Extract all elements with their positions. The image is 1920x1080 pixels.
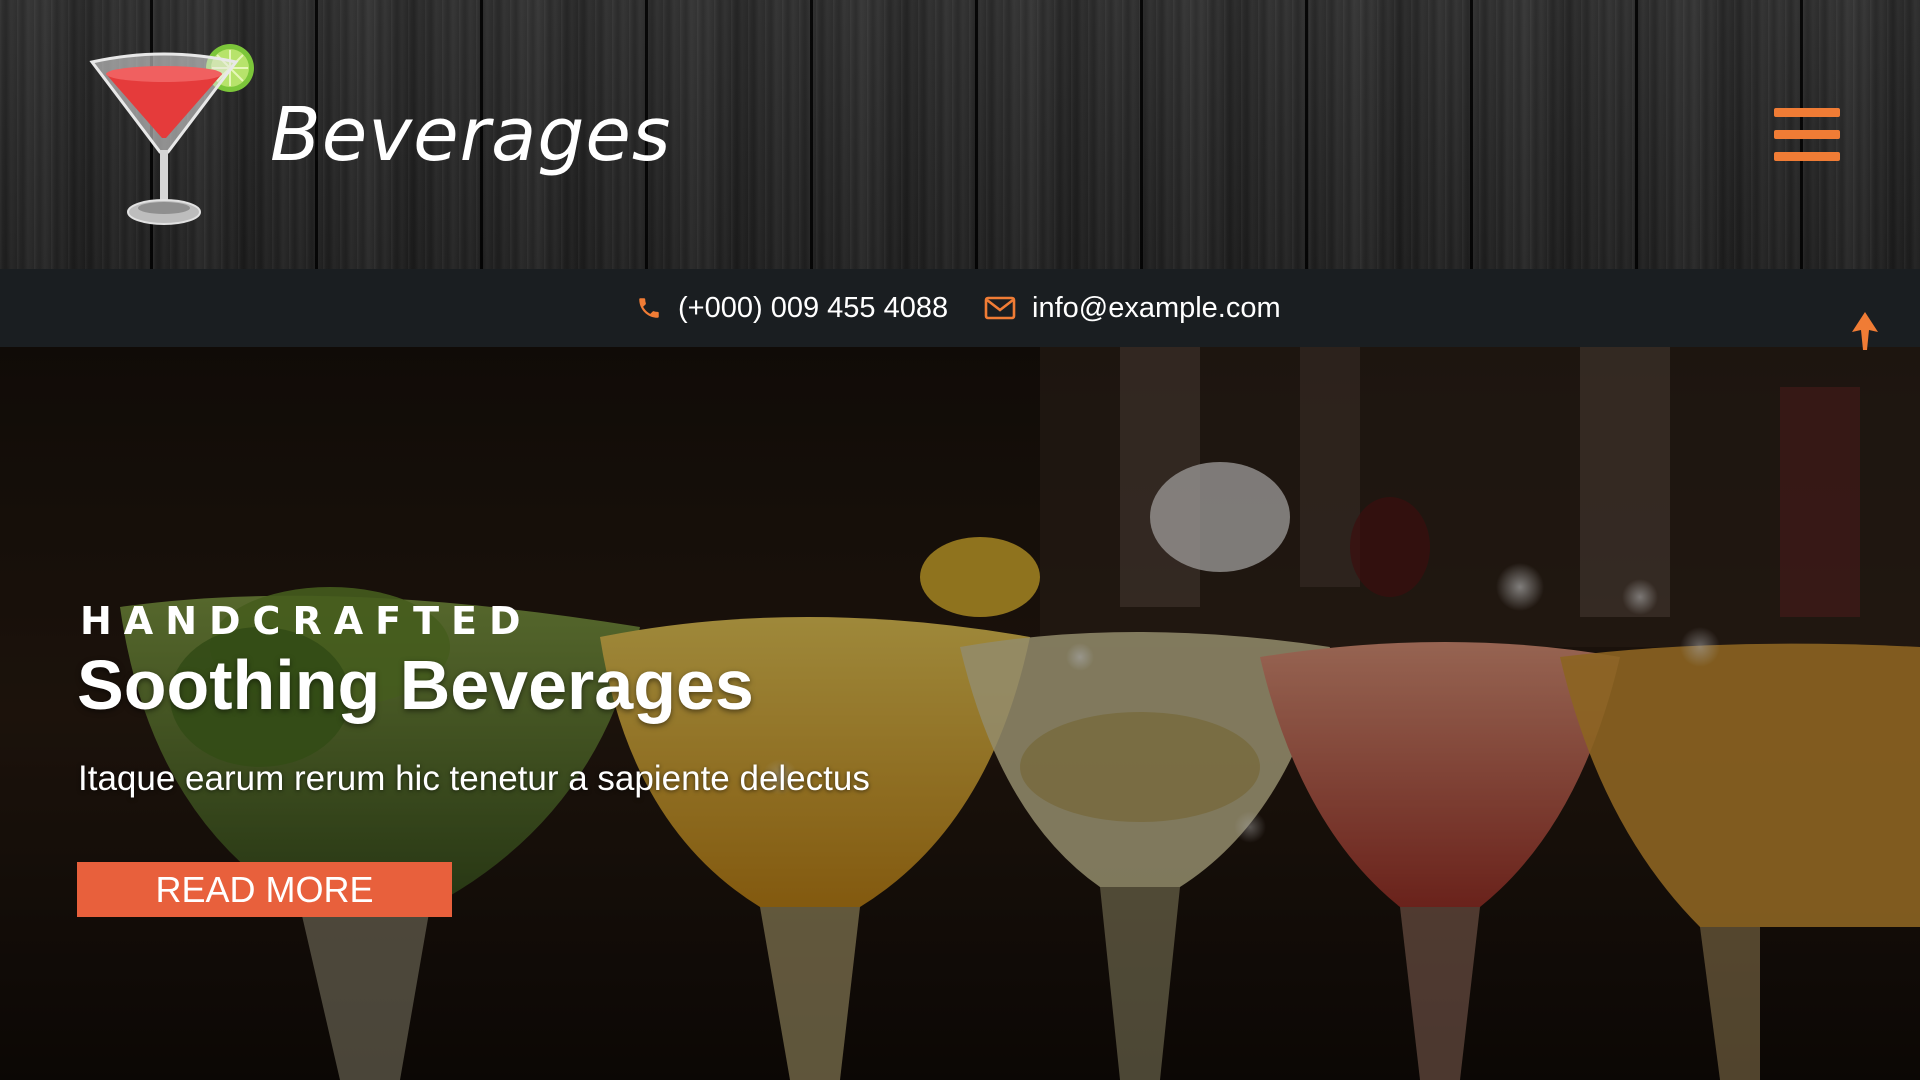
hero-subtitle: Itaque earum rerum hic tenetur a sapient… <box>78 759 870 798</box>
phone-link[interactable]: (+000) 009 455 4088 <box>636 269 948 347</box>
brand-name: Beverages <box>270 92 672 178</box>
email-address: info@example.com <box>1032 291 1281 324</box>
site-header: Beverages <box>0 0 1920 269</box>
cocktail-glass-icon <box>89 44 254 225</box>
hero-kicker: HANDCRAFTED <box>80 599 533 643</box>
envelope-icon <box>984 296 1016 320</box>
phone-number: (+000) 009 455 4088 <box>678 291 949 324</box>
read-more-button[interactable]: READ MORE <box>77 862 452 917</box>
email-link[interactable]: info@example.com <box>984 269 1281 347</box>
page: Beverages (+000) 009 455 4088 info@examp… <box>0 0 1920 1080</box>
hero-banner: HANDCRAFTED Soothing Beverages Itaque ea… <box>0 347 1920 1080</box>
hamburger-menu-icon[interactable] <box>1774 106 1840 164</box>
hero-title: Soothing Beverages <box>77 646 754 724</box>
menu-bar-middle <box>1774 130 1840 139</box>
arrow-up-icon[interactable] <box>1850 312 1880 350</box>
phone-icon <box>639 298 659 318</box>
menu-bar-bottom <box>1774 152 1840 161</box>
contact-bar: (+000) 009 455 4088 info@example.com <box>0 269 1920 347</box>
brand-logo-link[interactable]: Beverages <box>86 36 670 236</box>
menu-bar-top <box>1774 108 1840 117</box>
